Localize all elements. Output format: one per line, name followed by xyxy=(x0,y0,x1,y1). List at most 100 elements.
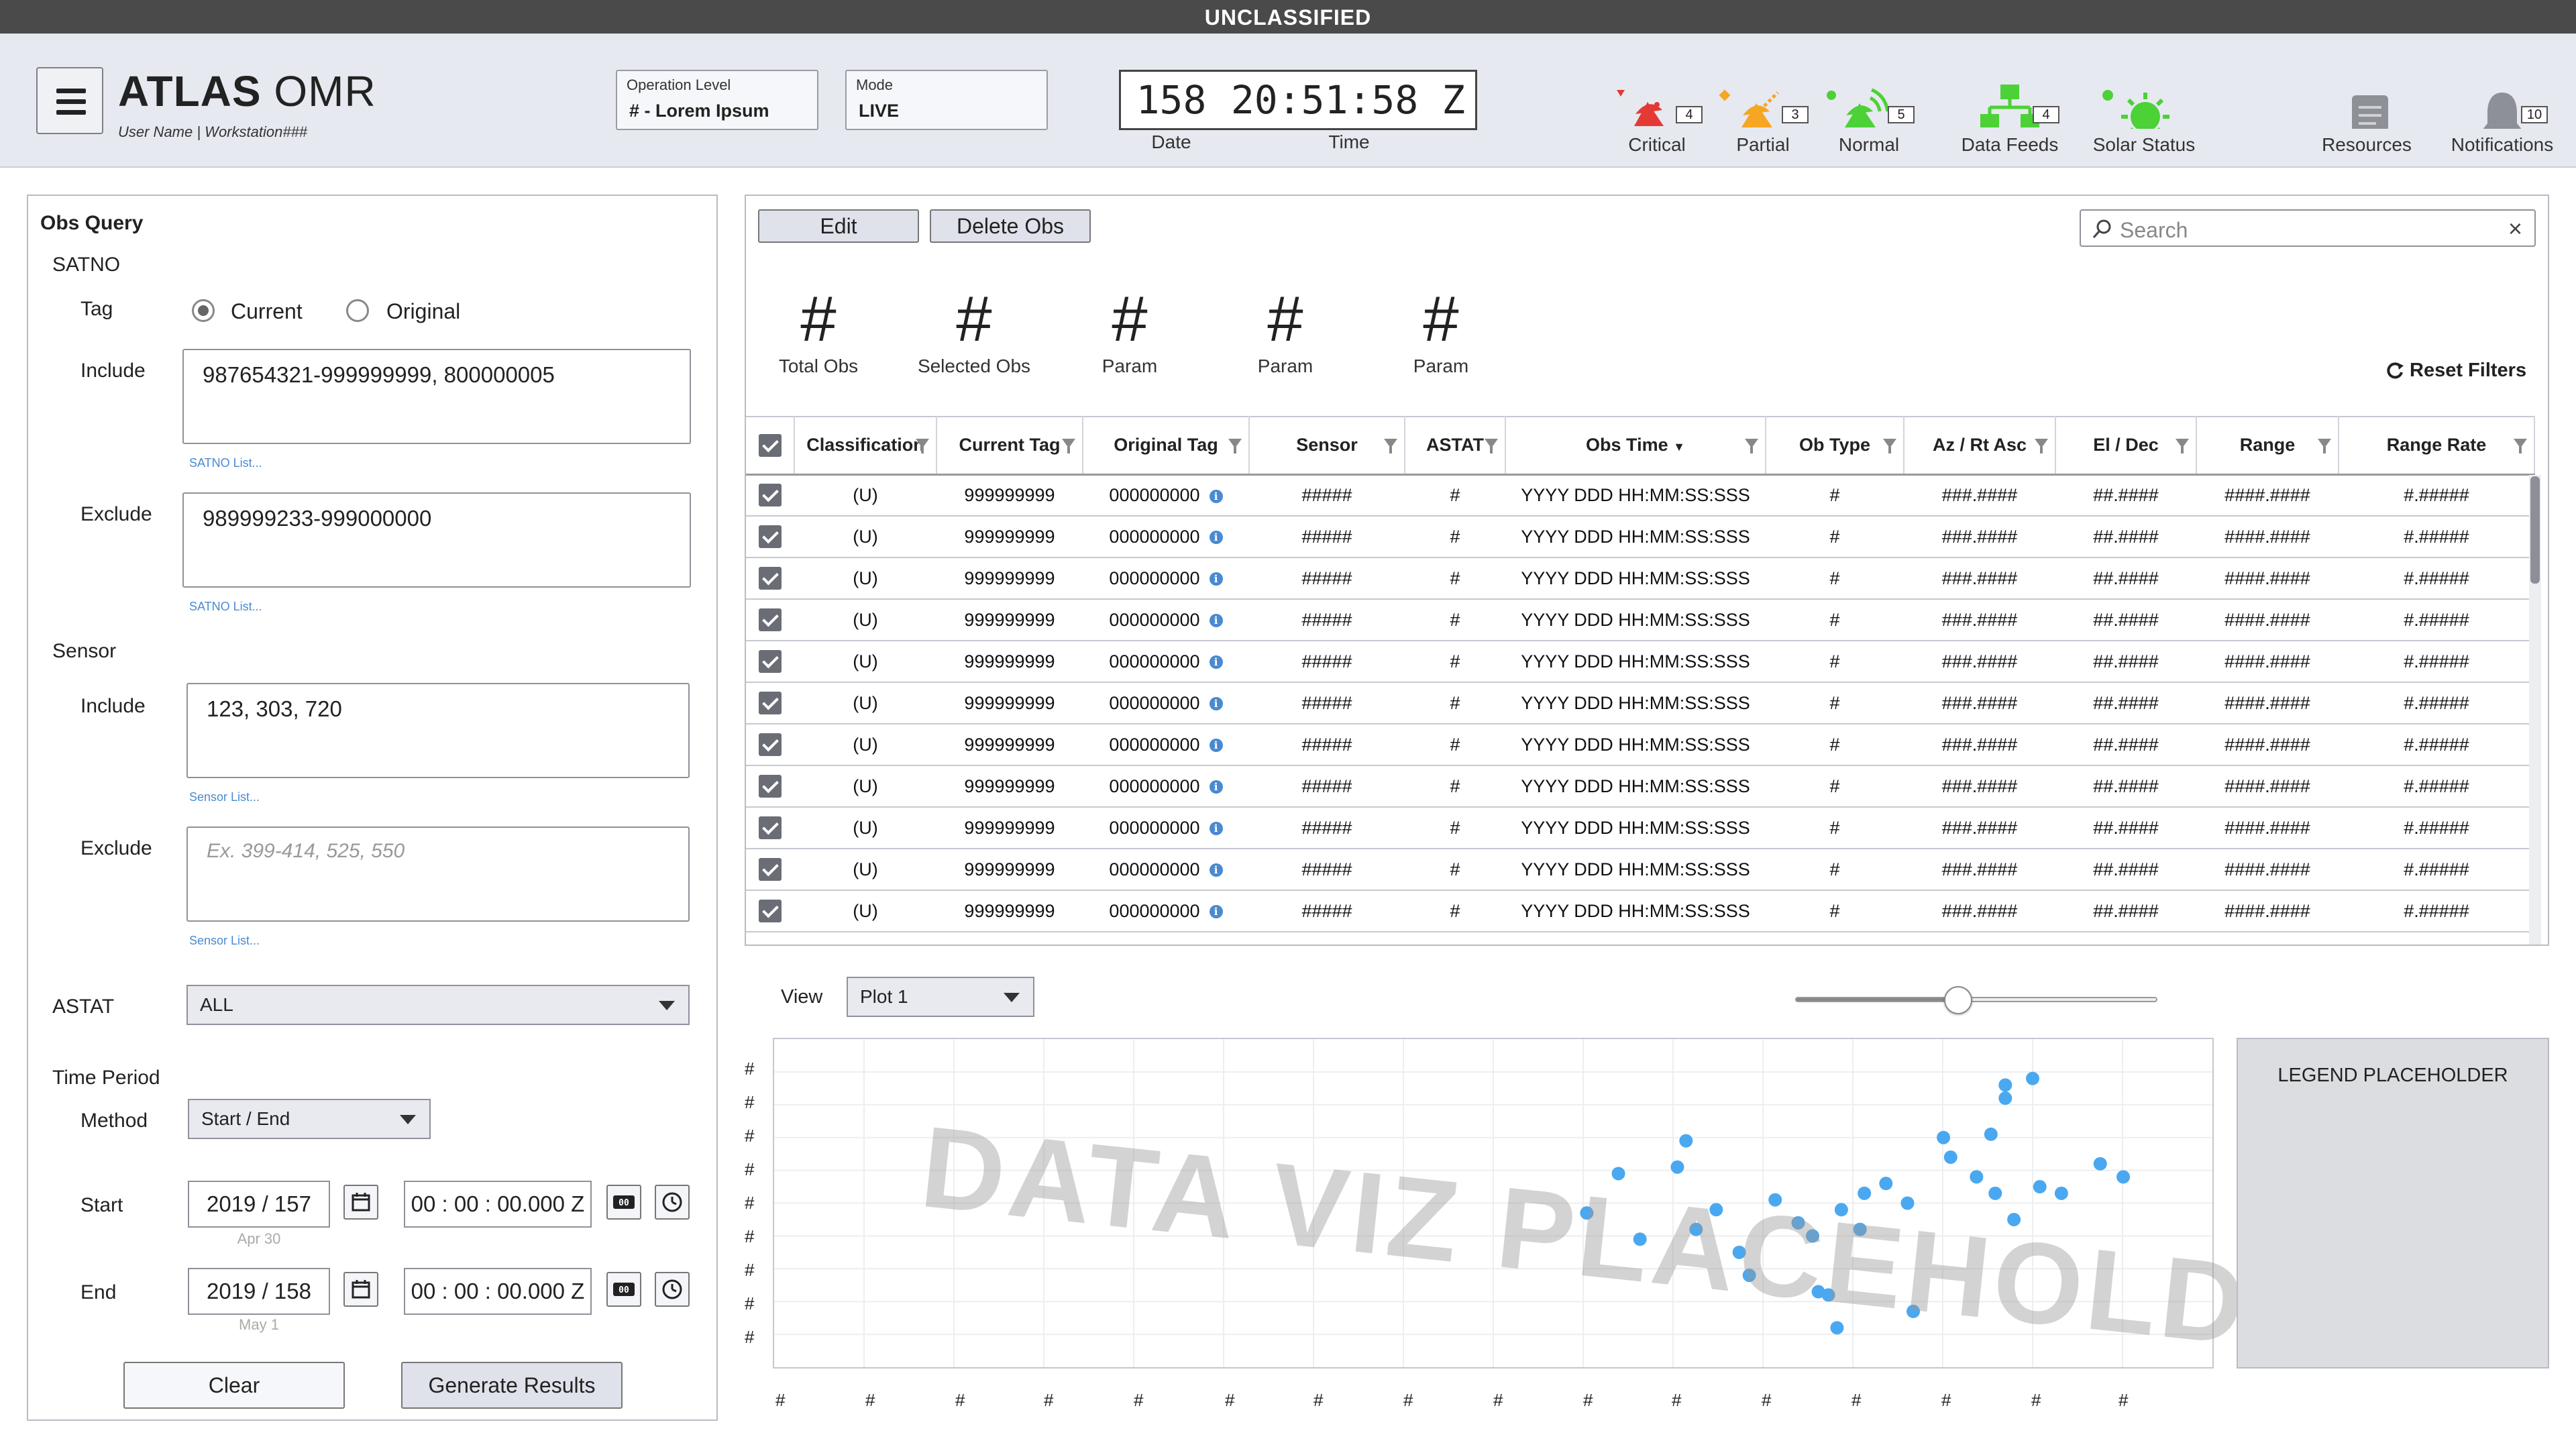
info-icon[interactable]: i xyxy=(1209,863,1223,877)
row-checkbox[interactable] xyxy=(746,765,794,808)
col-classification[interactable]: Classification xyxy=(794,416,937,476)
start-timecode-button[interactable]: 00 xyxy=(606,1185,641,1220)
end-time-field[interactable]: 00 : 00 : 00.000 Z xyxy=(404,1268,592,1315)
filter-icon[interactable] xyxy=(1228,439,1242,453)
filter-icon[interactable] xyxy=(1745,439,1758,453)
satno-list-link-2[interactable]: SATNO List... xyxy=(189,600,262,614)
row-checkbox[interactable] xyxy=(746,516,794,558)
satno-exclude-field[interactable]: 989999233-999000000 xyxy=(182,492,691,588)
start-time-field[interactable]: 00 : 00 : 00.000 Z xyxy=(404,1181,592,1228)
select-all-checkbox[interactable] xyxy=(746,416,795,476)
table-row[interactable]: (U) 999999999 000000000 i ##### # YYYY DDD HH:… xyxy=(746,599,2534,641)
col-range-rate[interactable]: Range Rate xyxy=(2339,416,2535,476)
row-checkbox[interactable] xyxy=(746,599,794,641)
start-date-field[interactable]: 2019 / 157 xyxy=(188,1181,330,1228)
delete-obs-button[interactable]: Delete Obs xyxy=(930,209,1091,243)
col-az-rt-asc[interactable]: Az / Rt Asc xyxy=(1904,416,2056,476)
table-scrollbar-thumb[interactable] xyxy=(2530,476,2540,584)
filter-icon[interactable] xyxy=(1485,439,1498,453)
scatter-point[interactable] xyxy=(2026,1071,2039,1085)
filter-icon[interactable] xyxy=(916,439,929,453)
col-astat[interactable]: ASTAT xyxy=(1405,416,1506,476)
row-checkbox[interactable] xyxy=(746,682,794,724)
table-row[interactable]: (U) 999999999 000000000 i ##### # YYYY DDD HH:… xyxy=(746,641,2534,683)
filter-icon[interactable] xyxy=(1062,439,1075,453)
filter-icon[interactable] xyxy=(1384,439,1397,453)
filter-icon[interactable] xyxy=(2035,439,2048,453)
row-checkbox[interactable] xyxy=(746,849,794,891)
notifications-button[interactable]: 10 Notifications xyxy=(2442,48,2563,155)
col-sensor[interactable]: Sensor xyxy=(1249,416,1405,476)
info-icon[interactable]: i xyxy=(1209,572,1223,586)
table-row[interactable]: (U) 999999999 000000000 i ##### # YYYY DDD HH:… xyxy=(746,724,2534,766)
row-checkbox[interactable] xyxy=(746,724,794,766)
table-row[interactable]: (U) 999999999 000000000 i ##### # YYYY DDD HH:… xyxy=(746,516,2534,558)
sensor-list-link[interactable]: Sensor List... xyxy=(189,790,260,804)
table-row[interactable]: (U) 999999999 000000000 i ##### # YYYY DDD HH:… xyxy=(746,890,2534,932)
row-checkbox[interactable] xyxy=(746,474,794,517)
col-el-dec[interactable]: El / Dec xyxy=(2055,416,2197,476)
table-row[interactable]: (U) 999999999 000000000 i ##### # YYYY DDD HH:… xyxy=(746,557,2534,600)
edit-button[interactable]: Edit xyxy=(758,209,919,243)
col-range[interactable]: Range xyxy=(2196,416,2339,476)
mode-field[interactable]: Mode LIVE xyxy=(845,70,1048,130)
satno-list-link[interactable]: SATNO List... xyxy=(189,456,262,470)
col-ob-type[interactable]: Ob Type xyxy=(1766,416,1904,476)
info-icon[interactable]: i xyxy=(1209,655,1223,669)
filter-icon[interactable] xyxy=(2176,439,2189,453)
info-icon[interactable]: i xyxy=(1209,531,1223,545)
scatter-point[interactable] xyxy=(1670,1160,1684,1174)
scatter-point[interactable] xyxy=(1943,1150,1957,1165)
scatter-point[interactable] xyxy=(1679,1134,1693,1148)
row-checkbox[interactable] xyxy=(746,557,794,600)
table-row[interactable]: (U) 999999999 000000000 i ##### # YYYY DDD HH:… xyxy=(746,765,2534,808)
info-icon[interactable]: i xyxy=(1209,697,1223,711)
zoom-slider-handle[interactable] xyxy=(1944,986,1972,1014)
scatter-point[interactable] xyxy=(2093,1157,2107,1171)
col-original-tag[interactable]: Original Tag xyxy=(1083,416,1250,476)
end-timecode-button[interactable]: 00 xyxy=(606,1272,641,1307)
end-clock-button[interactable] xyxy=(655,1272,690,1307)
info-icon[interactable]: i xyxy=(1209,822,1223,836)
table-row[interactable]: (U) 999999999 000000000 i ##### # YYYY DDD HH:… xyxy=(746,682,2534,724)
col-current-tag[interactable]: Current Tag xyxy=(936,416,1083,476)
tag-original-radio[interactable] xyxy=(346,299,369,322)
row-checkbox[interactable] xyxy=(746,807,794,849)
info-icon[interactable]: i xyxy=(1209,489,1223,503)
scatter-point[interactable] xyxy=(1970,1170,1984,1184)
filter-icon[interactable] xyxy=(1883,439,1896,453)
table-row[interactable]: (U) 999999999 000000000 i ##### # YYYY DDD HH:… xyxy=(746,849,2534,891)
scatter-point[interactable] xyxy=(1998,1091,2012,1106)
tag-current-radio[interactable] xyxy=(192,299,215,322)
method-select[interactable]: Start / End xyxy=(188,1099,431,1139)
col-obs-time[interactable]: Obs Time ▼ xyxy=(1505,416,1766,476)
scatter-point[interactable] xyxy=(2054,1186,2068,1200)
scatter-point[interactable] xyxy=(2033,1180,2047,1194)
sensor-exclude-field[interactable]: Ex. 399-414, 525, 550 xyxy=(186,826,690,922)
close-icon[interactable]: × xyxy=(2508,215,2522,243)
info-icon[interactable]: i xyxy=(1209,905,1223,919)
filter-icon[interactable] xyxy=(2318,439,2331,453)
table-row[interactable]: (U) 999999999 000000000 i ##### # YYYY DDD HH:… xyxy=(746,807,2534,849)
scatter-point[interactable] xyxy=(1879,1177,1893,1191)
end-calendar-button[interactable] xyxy=(343,1272,378,1307)
astat-select[interactable]: ALL xyxy=(186,985,690,1025)
scatter-point[interactable] xyxy=(1988,1186,2002,1200)
tag-current-label[interactable]: Current xyxy=(231,299,303,324)
status-critical[interactable]: 4 Critical xyxy=(1597,48,1717,155)
satno-include-field[interactable]: 987654321-999999999, 800000005 xyxy=(182,349,691,444)
row-checkbox[interactable] xyxy=(746,890,794,932)
scatter-point[interactable] xyxy=(1937,1130,1951,1144)
sensor-include-field[interactable]: 123, 303, 720 xyxy=(186,683,690,778)
operation-level-field[interactable]: Operation Level # - Lorem Ipsum xyxy=(616,70,818,130)
status-solar[interactable]: Solar Status xyxy=(2084,48,2204,155)
zoom-slider-track[interactable] xyxy=(1795,997,2157,1002)
sensor-list-link-2[interactable]: Sensor List... xyxy=(189,934,260,948)
table-row[interactable]: (U) 999999999 000000000 i ##### # YYYY DDD HH:… xyxy=(746,474,2534,517)
status-partial[interactable]: 3 Partial xyxy=(1703,48,1823,155)
tag-original-label[interactable]: Original xyxy=(386,299,460,324)
search-input[interactable]: Search × xyxy=(2080,209,2536,247)
clear-button[interactable]: Clear xyxy=(123,1362,345,1409)
scatter-point[interactable] xyxy=(1998,1078,2012,1092)
filter-icon[interactable] xyxy=(2514,439,2527,453)
